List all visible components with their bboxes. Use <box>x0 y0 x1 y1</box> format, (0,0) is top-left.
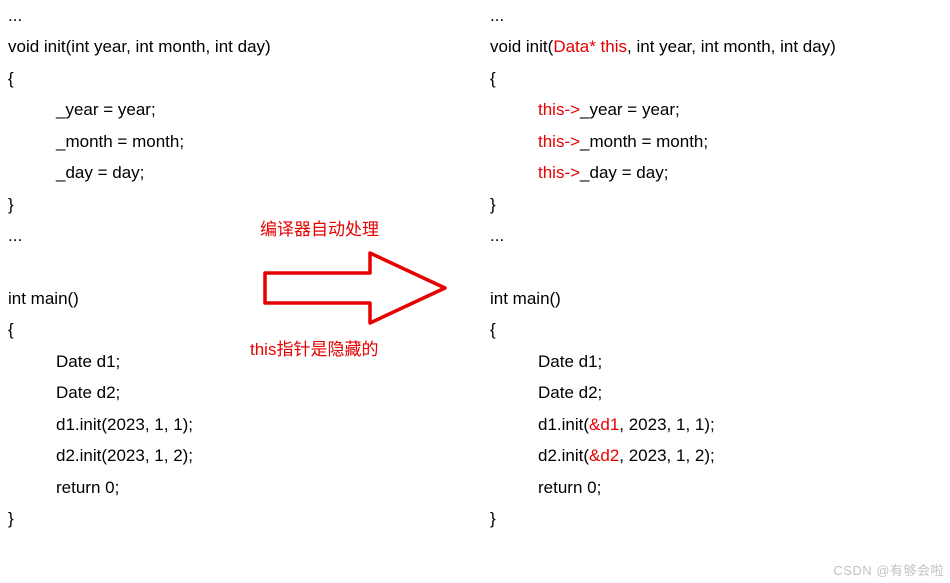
code-line: this->_month = month; <box>490 126 950 157</box>
code-text: void init( <box>490 37 553 56</box>
code-line: { <box>490 314 950 345</box>
code-line: Date d2; <box>490 377 950 408</box>
this-pointer: this-> <box>538 163 580 182</box>
this-pointer: this-> <box>538 132 580 151</box>
code-line: } <box>490 503 950 534</box>
watermark: CSDN @有够会啦 <box>833 560 944 579</box>
code-line: d2.init(2023, 1, 2); <box>8 440 468 471</box>
code-line: Date d2; <box>8 377 468 408</box>
code-line: } <box>490 189 950 220</box>
code-line: this->_year = year; <box>490 94 950 125</box>
code-text: _day = day; <box>580 163 668 182</box>
addr-arg: &d1 <box>589 415 619 434</box>
code-text: _month = month; <box>580 132 708 151</box>
code-line: return 0; <box>490 472 950 503</box>
code-line: } <box>8 503 468 534</box>
code-text: , 2023, 1, 1); <box>619 415 714 434</box>
this-param: Data* this <box>553 37 627 56</box>
code-line: ... <box>490 0 950 31</box>
code-line: _year = year; <box>8 94 468 125</box>
code-line: int main() <box>490 283 950 314</box>
addr-arg: &d2 <box>589 446 619 465</box>
code-line: return 0; <box>8 472 468 503</box>
code-line: void init(Data* this, int year, int mont… <box>490 31 950 62</box>
code-text: d1.init( <box>538 415 589 434</box>
code-line: _day = day; <box>8 157 468 188</box>
code-line: ... <box>8 220 468 251</box>
code-text: _year = year; <box>580 100 680 119</box>
arrow-icon <box>260 248 450 328</box>
this-pointer: this-> <box>538 100 580 119</box>
code-line: d1.init(2023, 1, 1); <box>8 409 468 440</box>
code-line: d2.init(&d2, 2023, 1, 2); <box>490 440 950 471</box>
code-line: Date d1; <box>8 346 468 377</box>
code-line: { <box>8 63 468 94</box>
right-code-block: ... void init(Data* this, int year, int … <box>490 0 950 534</box>
code-line: ... <box>490 220 950 251</box>
blank-line <box>490 252 950 283</box>
code-line: d1.init(&d1, 2023, 1, 1); <box>490 409 950 440</box>
code-line: this->_day = day; <box>490 157 950 188</box>
annotation-bottom: this指针是隐藏的 <box>250 335 378 360</box>
code-line: } <box>8 189 468 220</box>
code-text: , int year, int month, int day) <box>627 37 836 56</box>
code-text: d2.init( <box>538 446 589 465</box>
code-line: Date d1; <box>490 346 950 377</box>
code-line: _month = month; <box>8 126 468 157</box>
code-line: ... <box>8 0 468 31</box>
code-line: void init(int year, int month, int day) <box>8 31 468 62</box>
annotation-top: 编译器自动处理 <box>260 215 379 240</box>
code-line: { <box>490 63 950 94</box>
code-text: , 2023, 1, 2); <box>619 446 714 465</box>
